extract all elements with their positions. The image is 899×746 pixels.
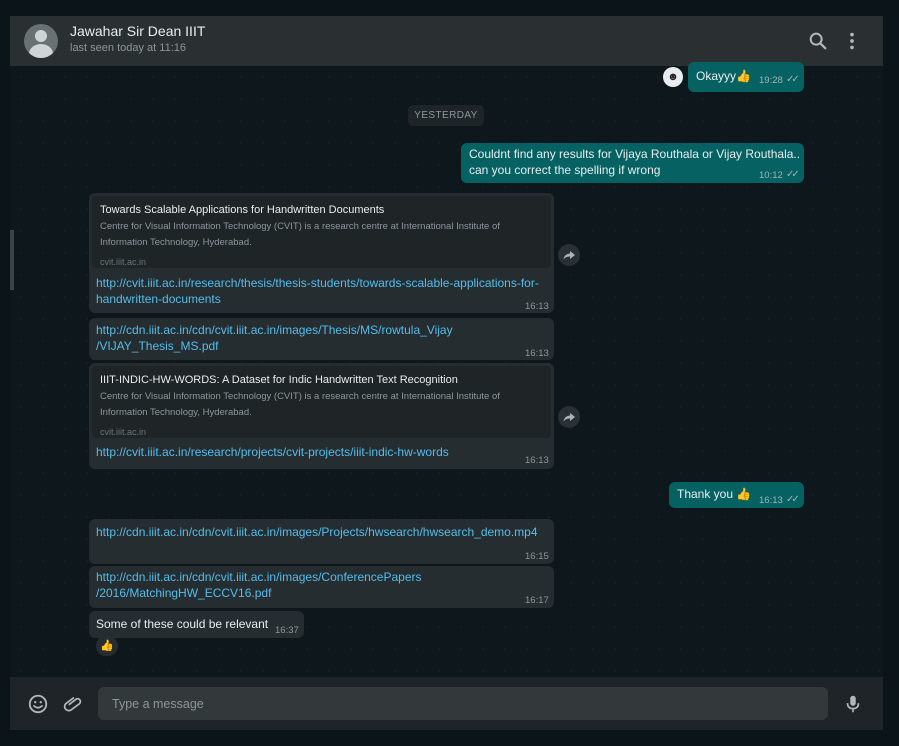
- message-time: 16:37: [275, 625, 299, 636]
- preview-title: IIIT-INDIC-HW-WORDS: A Dataset for Indic…: [100, 374, 458, 386]
- message-text: Thank you 👍: [677, 487, 752, 501]
- contact-name[interactable]: Jawahar Sir Dean IIIT: [70, 23, 205, 39]
- message-outgoing[interactable]: Couldnt find any results for Vijaya Rout…: [461, 143, 804, 183]
- microphone-icon[interactable]: [842, 693, 864, 715]
- message-outgoing[interactable]: Okayyy👍 19:28 ✓✓: [688, 62, 804, 92]
- forward-icon[interactable]: [558, 406, 580, 428]
- message-incoming[interactable]: http://cdn.iiit.ac.in/cdn/cvit.iiit.ac.i…: [89, 566, 554, 608]
- message-text-line-1: Couldnt find any results for Vijaya Rout…: [469, 147, 801, 161]
- forward-icon[interactable]: [558, 244, 580, 266]
- scrollbar[interactable]: [10, 230, 14, 290]
- chat-area[interactable]: ☻ Okayyy👍 19:28 ✓✓ YESTERDAY Couldnt fin…: [10, 62, 883, 677]
- message-incoming[interactable]: Some of these could be relevant 16:37: [89, 611, 304, 638]
- double-check-icon: ✓✓: [786, 494, 800, 505]
- link-preview[interactable]: IIIT-INDIC-HW-WORDS: A Dataset for Indic…: [92, 366, 551, 438]
- preview-description-line-1: Centre for Visual Information Technology…: [100, 391, 500, 402]
- message-incoming-link-preview[interactable]: IIIT-INDIC-HW-WORDS: A Dataset for Indic…: [89, 363, 554, 469]
- message-link[interactable]: http://cvit.iiit.ac.in/research/projects…: [96, 444, 449, 460]
- message-reaction[interactable]: 👍: [96, 636, 118, 656]
- message-link[interactable]: http://cdn.iiit.ac.in/cdn/cvit.iiit.ac.i…: [96, 524, 538, 540]
- preview-site: cvit.iiit.ac.in: [100, 427, 147, 437]
- composer-bar: [10, 677, 883, 730]
- message-link[interactable]: http://cdn.iiit.ac.in/cdn/cvit.iiit.ac.i…: [96, 322, 453, 338]
- message-time: 10:12: [759, 170, 783, 181]
- message-link-continued[interactable]: /VIJAY_Thesis_MS.pdf: [96, 338, 219, 354]
- message-time: 16:13: [525, 301, 549, 312]
- message-link[interactable]: http://cvit.iiit.ac.in/research/thesis/t…: [96, 275, 539, 291]
- double-check-icon: ✓✓: [786, 74, 800, 85]
- message-time: 16:13: [759, 495, 783, 506]
- message-link-continued[interactable]: /2016/MatchingHW_ECCV16.pdf: [96, 585, 271, 601]
- preview-title: Towards Scalable Applications for Handwr…: [100, 204, 385, 216]
- message-time: 19:28: [759, 75, 783, 86]
- message-outgoing[interactable]: Thank you 👍 16:13 ✓✓: [669, 482, 804, 508]
- search-icon[interactable]: [807, 30, 829, 52]
- message-text-line-2: can you correct the spelling if wrong: [469, 163, 661, 177]
- message-incoming[interactable]: http://cdn.iiit.ac.in/cdn/cvit.iiit.ac.i…: [89, 318, 554, 360]
- chat-header: Jawahar Sir Dean IIIT last seen today at…: [10, 16, 883, 66]
- kebab-menu-icon[interactable]: [841, 30, 863, 52]
- message-time: 16:15: [525, 551, 549, 562]
- link-preview[interactable]: Towards Scalable Applications for Handwr…: [92, 196, 551, 268]
- whatsapp-window: Jawahar Sir Dean IIIT last seen today at…: [10, 16, 883, 730]
- message-link-continued[interactable]: handwritten-documents: [96, 291, 221, 307]
- message-text: Okayyy👍: [696, 69, 751, 83]
- double-check-icon: ✓✓: [786, 169, 800, 180]
- avatar[interactable]: [24, 24, 58, 58]
- reaction-picker-icon[interactable]: ☻: [663, 67, 683, 87]
- message-time: 16:13: [525, 348, 549, 359]
- preview-description-line-1: Centre for Visual Information Technology…: [100, 221, 500, 232]
- preview-description-line-2: Information Technology, Hyderabad.: [100, 237, 252, 248]
- date-separator: YESTERDAY: [408, 105, 484, 126]
- preview-site: cvit.iiit.ac.in: [100, 257, 147, 267]
- preview-description-line-2: Information Technology, Hyderabad.: [100, 407, 252, 418]
- message-link[interactable]: http://cdn.iiit.ac.in/cdn/cvit.iiit.ac.i…: [96, 569, 422, 585]
- message-incoming[interactable]: http://cdn.iiit.ac.in/cdn/cvit.iiit.ac.i…: [89, 519, 554, 564]
- message-incoming-link-preview[interactable]: Towards Scalable Applications for Handwr…: [89, 193, 554, 313]
- message-time: 16:17: [525, 595, 549, 606]
- emoji-icon[interactable]: [27, 693, 49, 715]
- contact-status: last seen today at 11:16: [70, 42, 186, 54]
- message-text: Some of these could be relevant: [96, 617, 269, 631]
- paperclip-icon[interactable]: [62, 693, 84, 715]
- message-time: 16:13: [525, 455, 549, 466]
- message-input[interactable]: [98, 687, 828, 720]
